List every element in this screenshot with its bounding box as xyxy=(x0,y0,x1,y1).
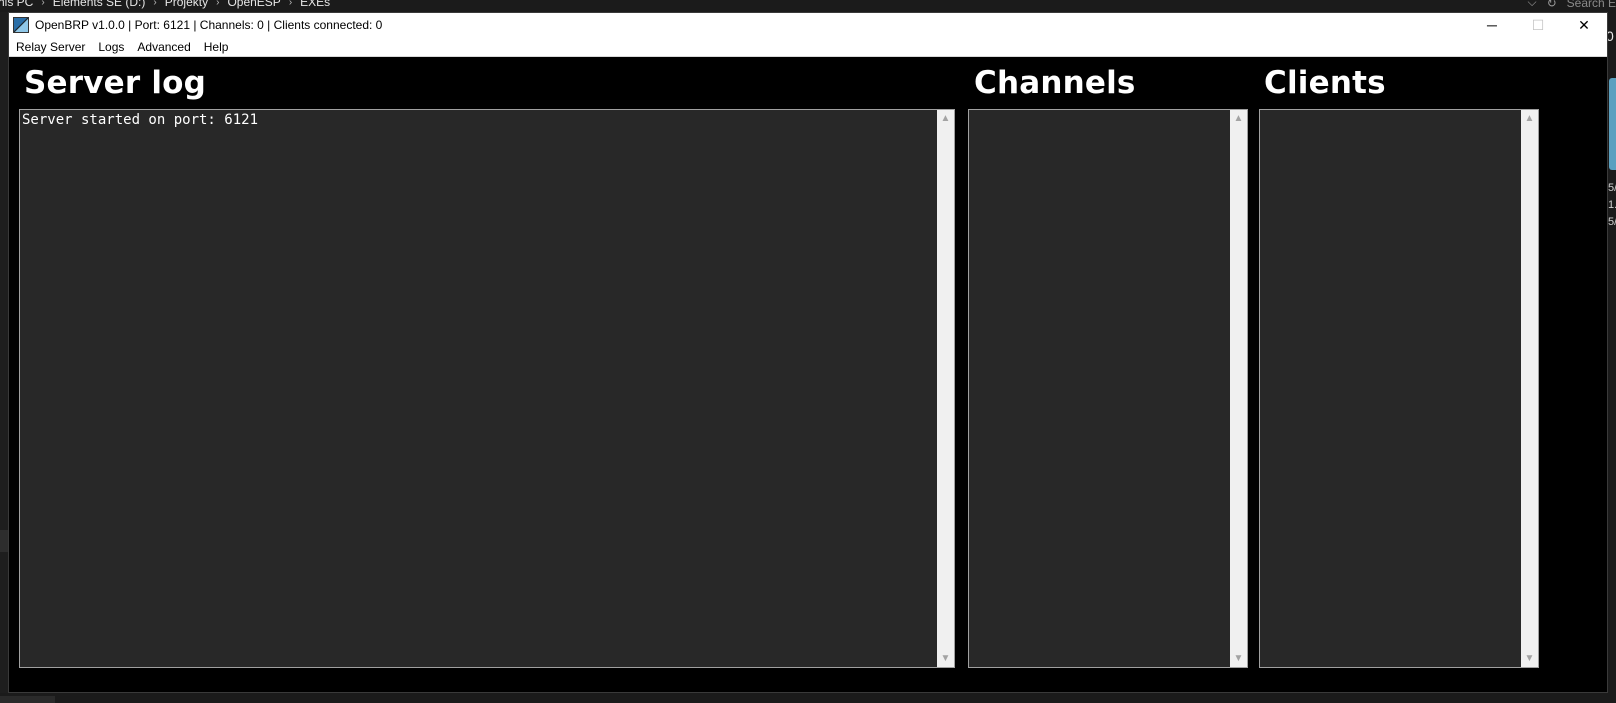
clients-panel[interactable]: ▲ ▼ xyxy=(1259,109,1539,668)
menu-help[interactable]: Help xyxy=(198,40,235,54)
server-log-textbox[interactable]: Server started on port: 6121 xyxy=(20,110,937,667)
server-log-scrollbar[interactable]: ▲ ▼ xyxy=(937,110,954,667)
maximize-button[interactable]: ☐ xyxy=(1515,13,1561,37)
scroll-down-arrow-icon[interactable]: ▼ xyxy=(1230,650,1247,667)
window-controls: ─ ☐ ✕ xyxy=(1469,13,1607,37)
channels-scrollbar[interactable]: ▲ ▼ xyxy=(1230,110,1247,667)
menu-relay-server[interactable]: Relay Server xyxy=(10,40,91,54)
channels-panel[interactable]: ▲ ▼ xyxy=(968,109,1248,668)
menu-logs[interactable]: Logs xyxy=(92,40,130,54)
background-crumb[interactable]: his PC xyxy=(0,0,33,9)
background-bottom-strip xyxy=(0,693,1616,703)
clients-scrollbar[interactable]: ▲ ▼ xyxy=(1521,110,1538,667)
clients-list[interactable] xyxy=(1260,110,1521,667)
scroll-up-arrow-icon[interactable]: ▲ xyxy=(1521,110,1538,127)
background-breadcrumb: his PC › Elements SE (D:) › Projekty › O… xyxy=(0,0,330,9)
title-bar[interactable]: OpenBRP v1.0.0 | Port: 6121 | Channels: … xyxy=(9,13,1607,37)
background-toolbar-right: ⌵ ↻ Search E xyxy=(1527,0,1616,10)
chevron-right-icon: › xyxy=(288,0,293,8)
background-crumb[interactable]: OpenESP xyxy=(227,0,280,9)
chevron-right-icon: › xyxy=(153,0,157,8)
refresh-icon[interactable]: ↻ xyxy=(1547,0,1557,10)
server-log-panel[interactable]: Server started on port: 6121 ▲ ▼ xyxy=(19,109,955,668)
background-edge-text: 5/ xyxy=(1608,216,1616,228)
channels-title: Channels xyxy=(974,65,1136,101)
scroll-down-arrow-icon[interactable]: ▼ xyxy=(937,650,954,667)
minimize-button[interactable]: ─ xyxy=(1469,13,1515,37)
background-crumb[interactable]: Projekty xyxy=(165,0,208,9)
app-logo-icon xyxy=(13,17,29,33)
app-window: OpenBRP v1.0.0 | Port: 6121 | Channels: … xyxy=(8,12,1608,693)
background-crumb[interactable]: Elements SE (D:) xyxy=(53,0,146,9)
log-line: Server started on port: 6121 xyxy=(22,112,259,128)
background-left-mark xyxy=(0,530,8,552)
background-selected-item xyxy=(1609,78,1616,170)
menu-bar: Relay Server Logs Advanced Help xyxy=(9,37,1607,57)
chevron-right-icon: › xyxy=(216,0,220,8)
clients-title: Clients xyxy=(1264,65,1386,101)
close-button[interactable]: ✕ xyxy=(1561,13,1607,37)
scroll-up-arrow-icon[interactable]: ▲ xyxy=(937,110,954,127)
background-edge-text: 5/ xyxy=(1608,182,1616,194)
background-search-input[interactable]: Search E xyxy=(1567,0,1616,10)
background-crumb[interactable]: EXEs xyxy=(300,0,330,9)
chevron-right-icon: › xyxy=(41,0,45,8)
background-edge-text: 1. xyxy=(1608,199,1616,211)
menu-advanced[interactable]: Advanced xyxy=(131,40,196,54)
server-log-title: Server log xyxy=(24,65,207,101)
scroll-down-arrow-icon[interactable]: ▼ xyxy=(1521,650,1538,667)
background-edge-texts: 5/ 1. 5/ xyxy=(1608,180,1616,231)
background-explorer-strip: his PC › Elements SE (D:) › Projekty › O… xyxy=(0,0,1616,12)
scroll-up-arrow-icon[interactable]: ▲ xyxy=(1230,110,1247,127)
chevron-down-icon[interactable]: ⌵ xyxy=(1527,0,1536,10)
channels-list[interactable] xyxy=(969,110,1230,667)
window-title: OpenBRP v1.0.0 | Port: 6121 | Channels: … xyxy=(35,18,383,32)
